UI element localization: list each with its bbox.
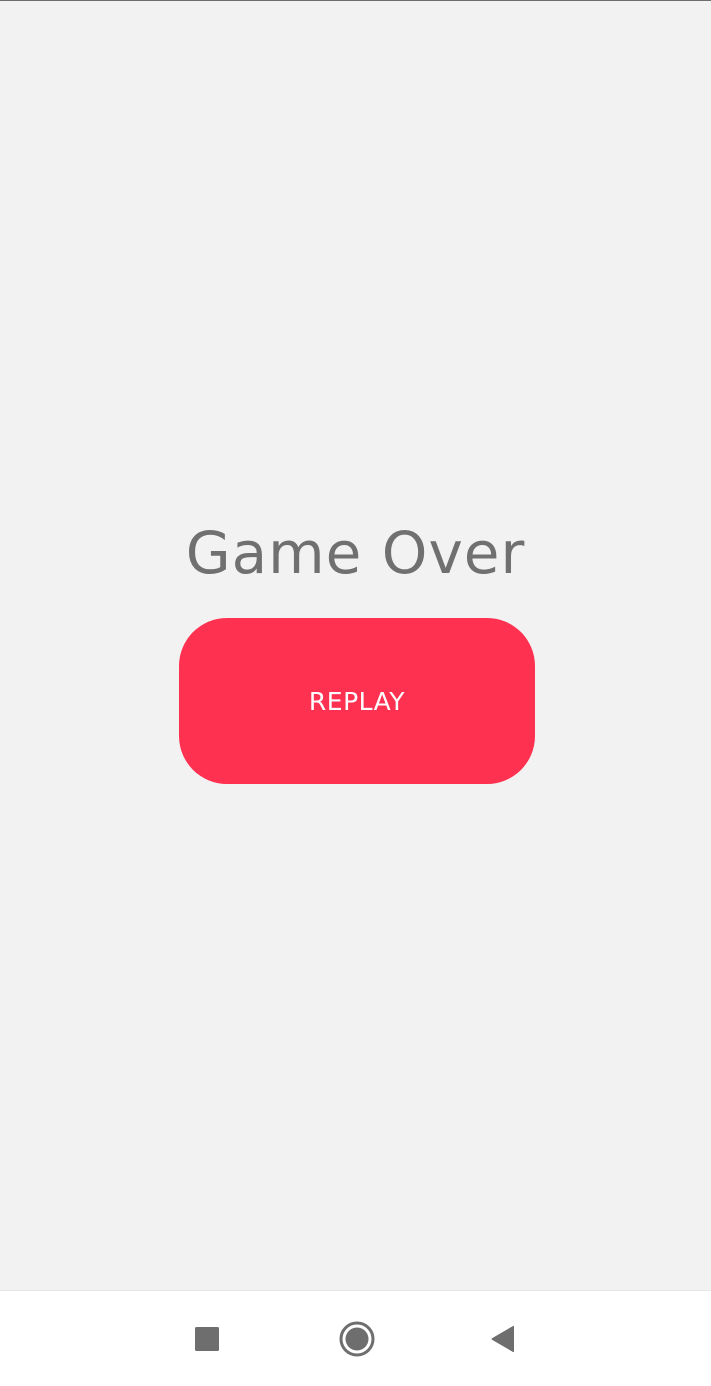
- game-over-title: Game Over: [185, 519, 526, 587]
- back-icon: [491, 1325, 514, 1353]
- replay-button[interactable]: REPLAY: [179, 618, 535, 784]
- screen: Game Over REPLAY: [0, 0, 711, 1386]
- recents-icon: [195, 1327, 219, 1351]
- back-button[interactable]: [475, 1313, 531, 1365]
- system-navigation-bar: [0, 1290, 711, 1386]
- home-button[interactable]: [329, 1313, 385, 1365]
- recents-button[interactable]: [179, 1313, 235, 1365]
- home-icon: [339, 1321, 375, 1357]
